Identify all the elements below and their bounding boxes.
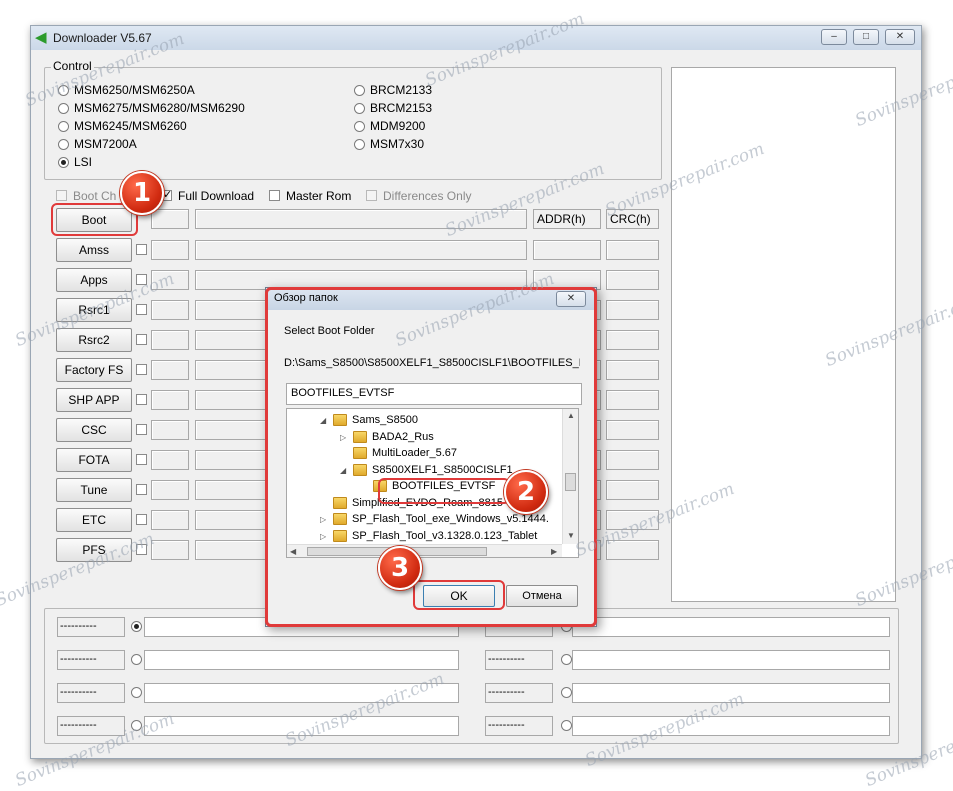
port-field[interactable]: [572, 650, 890, 670]
file-enable-checkbox[interactable]: [136, 484, 147, 495]
file-button-shp-app[interactable]: SHP APP: [56, 388, 132, 412]
file-button-csc[interactable]: CSC: [56, 418, 132, 442]
chip-radio[interactable]: [58, 103, 69, 114]
file-status-field: [151, 330, 189, 350]
port-radio[interactable]: [561, 687, 572, 698]
file-button-amss[interactable]: Amss: [56, 238, 132, 262]
file-enable-checkbox[interactable]: [136, 514, 147, 525]
port-field[interactable]: [572, 716, 890, 736]
chip-option-label: MDM9200: [370, 119, 426, 133]
file-button-etc[interactable]: ETC: [56, 508, 132, 532]
full-download-label: Full Download: [178, 189, 255, 203]
close-button[interactable]: ✕: [885, 29, 915, 45]
file-crc-field: [606, 240, 659, 260]
chip-radio[interactable]: [354, 103, 365, 114]
chip-option-label: BRCM2153: [370, 101, 433, 115]
minimize-button[interactable]: –: [821, 29, 847, 45]
chip-radio[interactable]: [354, 139, 365, 150]
chip-radio[interactable]: [354, 85, 365, 96]
port-radio[interactable]: [131, 654, 142, 665]
back-arrow-icon: ◀: [35, 29, 47, 46]
file-status-field: [151, 510, 189, 530]
file-button-tune[interactable]: Tune: [56, 478, 132, 502]
file-enable-checkbox[interactable]: [136, 394, 147, 405]
file-crc-field: [606, 480, 659, 500]
master-rom-checkbox[interactable]: [269, 190, 280, 201]
chip-option-label: MSM7x30: [370, 137, 425, 151]
step-1-badge: 1: [120, 171, 164, 215]
boot-change-label: Boot Ch: [73, 189, 117, 203]
port-label: ----------: [57, 683, 125, 703]
file-crc-field: [606, 330, 659, 350]
folder-highlight-frame: [378, 478, 510, 504]
master-rom-label: Master Rom: [286, 189, 352, 203]
chip-option-label: LSI: [74, 155, 93, 169]
port-radio[interactable]: [131, 621, 142, 632]
chip-option-label: MSM6245/MSM6260: [74, 119, 187, 133]
differences-only-label: Differences Only: [383, 189, 472, 203]
file-crc-field: [606, 300, 659, 320]
file-crc-field: [606, 360, 659, 380]
file-status-field: [151, 540, 189, 560]
file-status-field: [151, 360, 189, 380]
chip-radio[interactable]: [354, 121, 365, 132]
file-status-field: [151, 420, 189, 440]
port-label: ----------: [57, 617, 125, 637]
chip-radio[interactable]: [58, 121, 69, 132]
file-enable-checkbox[interactable]: [136, 364, 147, 375]
file-enable-checkbox[interactable]: [136, 244, 147, 255]
file-crc-field: [606, 450, 659, 470]
file-enable-checkbox[interactable]: [136, 334, 147, 345]
step-2-badge: 2: [504, 470, 548, 514]
file-enable-checkbox[interactable]: [136, 424, 147, 435]
file-path-field: [195, 240, 527, 260]
ok-highlight-frame: [413, 580, 505, 610]
file-status-field: [151, 390, 189, 410]
chip-option-label: BRCM2133: [370, 83, 433, 97]
chip-option-label: MSM7200A: [74, 137, 137, 151]
differences-only-checkbox[interactable]: [366, 190, 377, 201]
port-field[interactable]: [144, 650, 459, 670]
addr-header: ADDR(h): [533, 209, 601, 229]
file-button-factory-fs[interactable]: Factory FS: [56, 358, 132, 382]
step-3-badge: 3: [378, 546, 422, 590]
port-label: ----------: [485, 650, 553, 670]
chip-radio[interactable]: [58, 157, 69, 168]
window-title: Downloader V5.67: [53, 31, 152, 45]
file-button-fota[interactable]: FOTA: [56, 448, 132, 472]
file-crc-field: [606, 390, 659, 410]
file-status-field: [151, 240, 189, 260]
port-label: ----------: [57, 650, 125, 670]
port-radio[interactable]: [561, 720, 572, 731]
file-status-field: [151, 300, 189, 320]
file-enable-checkbox[interactable]: [136, 304, 147, 315]
file-status-field: [151, 450, 189, 470]
chip-radio[interactable]: [58, 139, 69, 150]
boot-status-field: [151, 209, 189, 229]
log-panel: [671, 67, 896, 602]
file-enable-checkbox[interactable]: [136, 454, 147, 465]
file-crc-field: [606, 270, 659, 290]
port-field[interactable]: [572, 617, 890, 637]
port-radio[interactable]: [561, 654, 572, 665]
boot-change-checkbox[interactable]: [56, 190, 67, 201]
chip-option-label: MSM6275/MSM6280/MSM6290: [74, 101, 245, 115]
port-radio[interactable]: [131, 687, 142, 698]
maximize-button[interactable]: □: [853, 29, 879, 45]
file-crc-field: [606, 420, 659, 440]
port-label: ----------: [485, 683, 553, 703]
file-addr-field: [533, 240, 601, 260]
port-label: ----------: [485, 716, 553, 736]
file-status-field: [151, 480, 189, 500]
